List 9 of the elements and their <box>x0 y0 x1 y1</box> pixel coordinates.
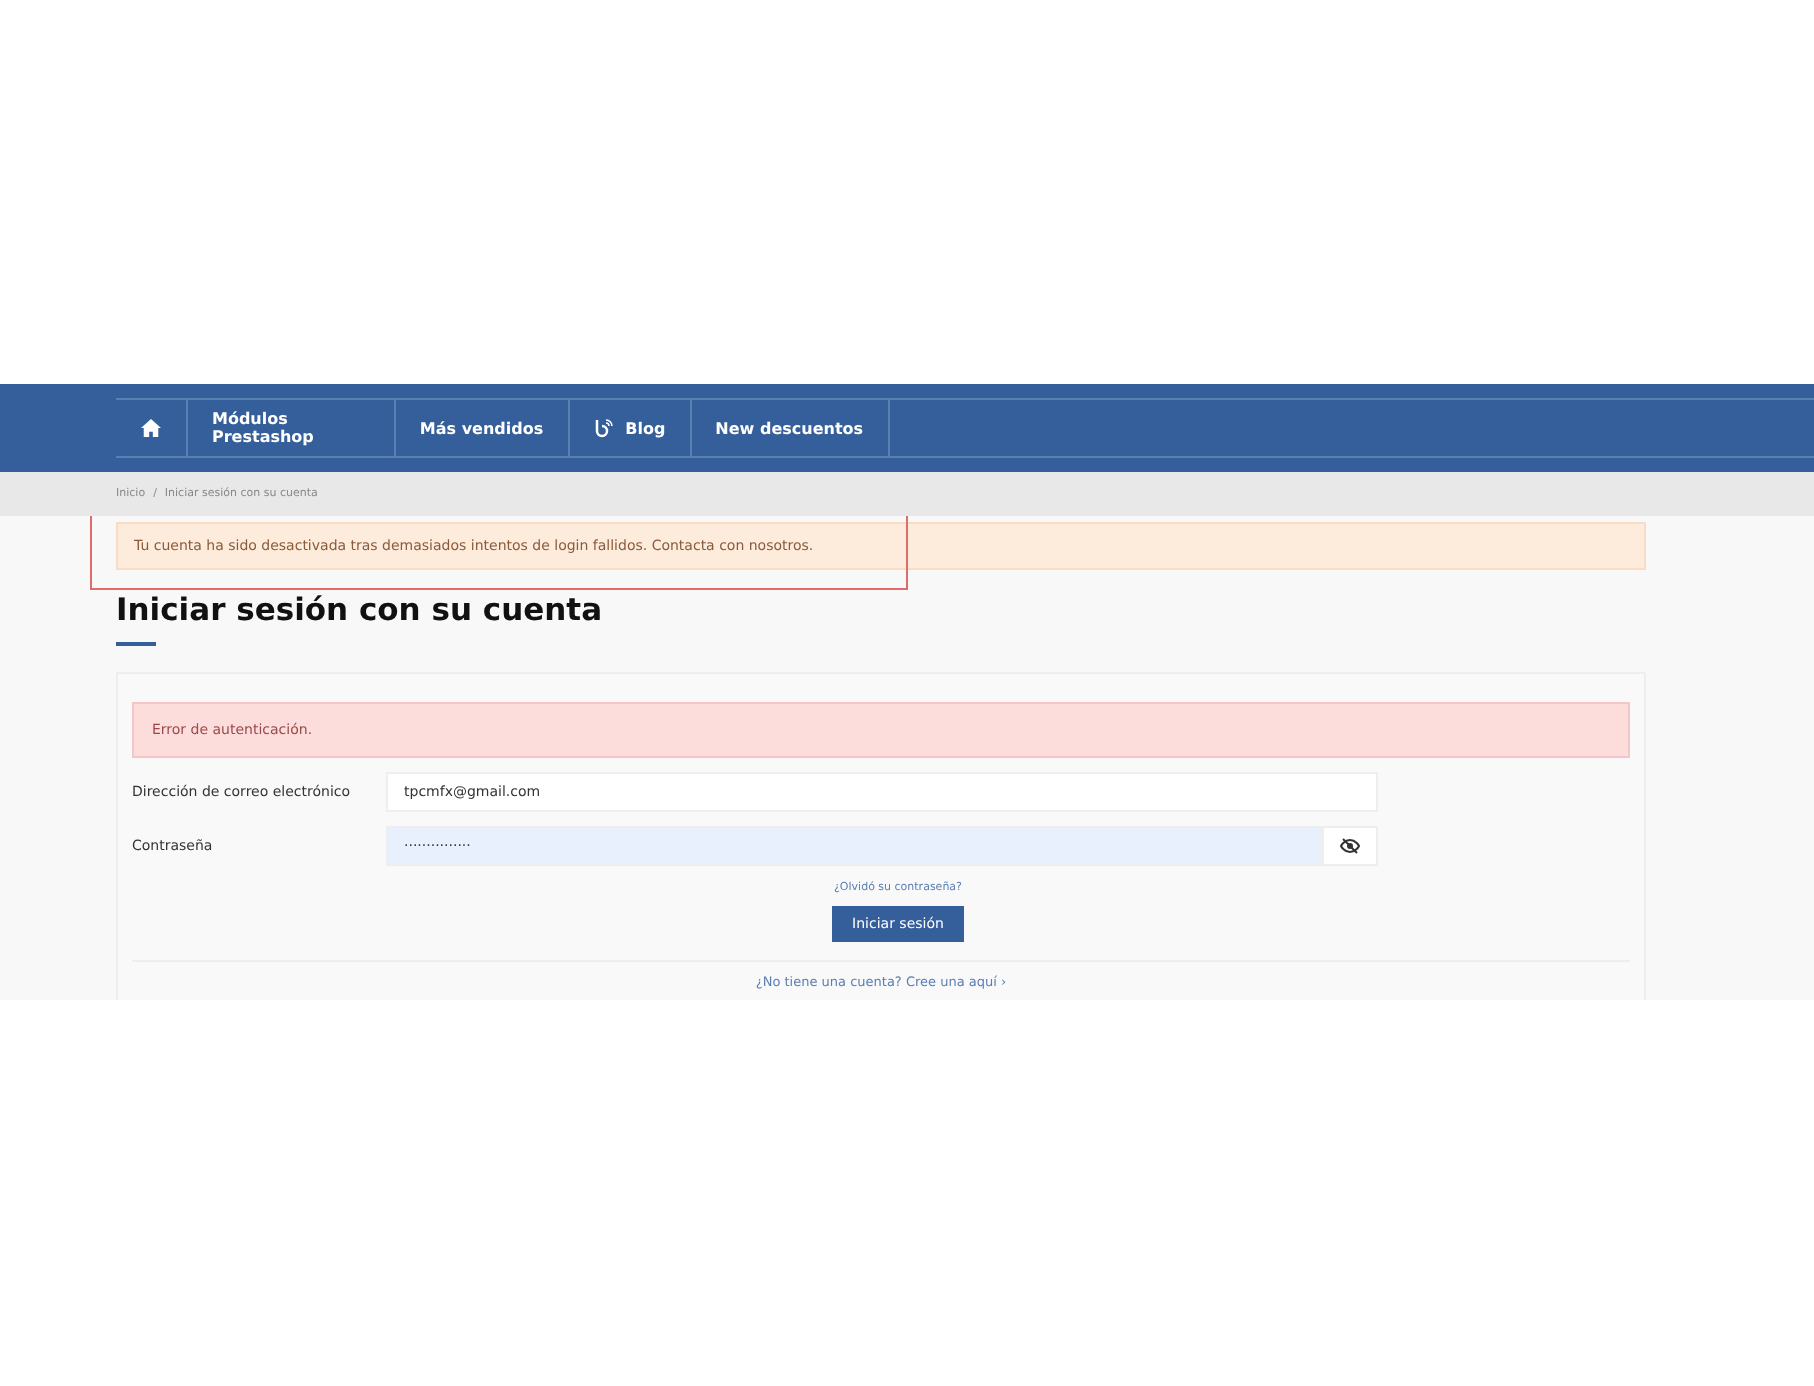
nav-link[interactable]: Blog <box>569 400 692 456</box>
nav-link[interactable]: Módulos Prestashop <box>188 400 396 456</box>
home-icon <box>140 418 162 438</box>
nav-link[interactable]: Más vendidos <box>395 400 570 456</box>
page-title: Iniciar sesión con su cuenta <box>116 592 605 628</box>
blog-icon <box>593 418 614 438</box>
eye-slash-icon <box>1340 838 1360 854</box>
toggle-visibility-button[interactable] <box>1322 826 1378 866</box>
nav-link[interactable]: New descuentos <box>691 400 890 456</box>
